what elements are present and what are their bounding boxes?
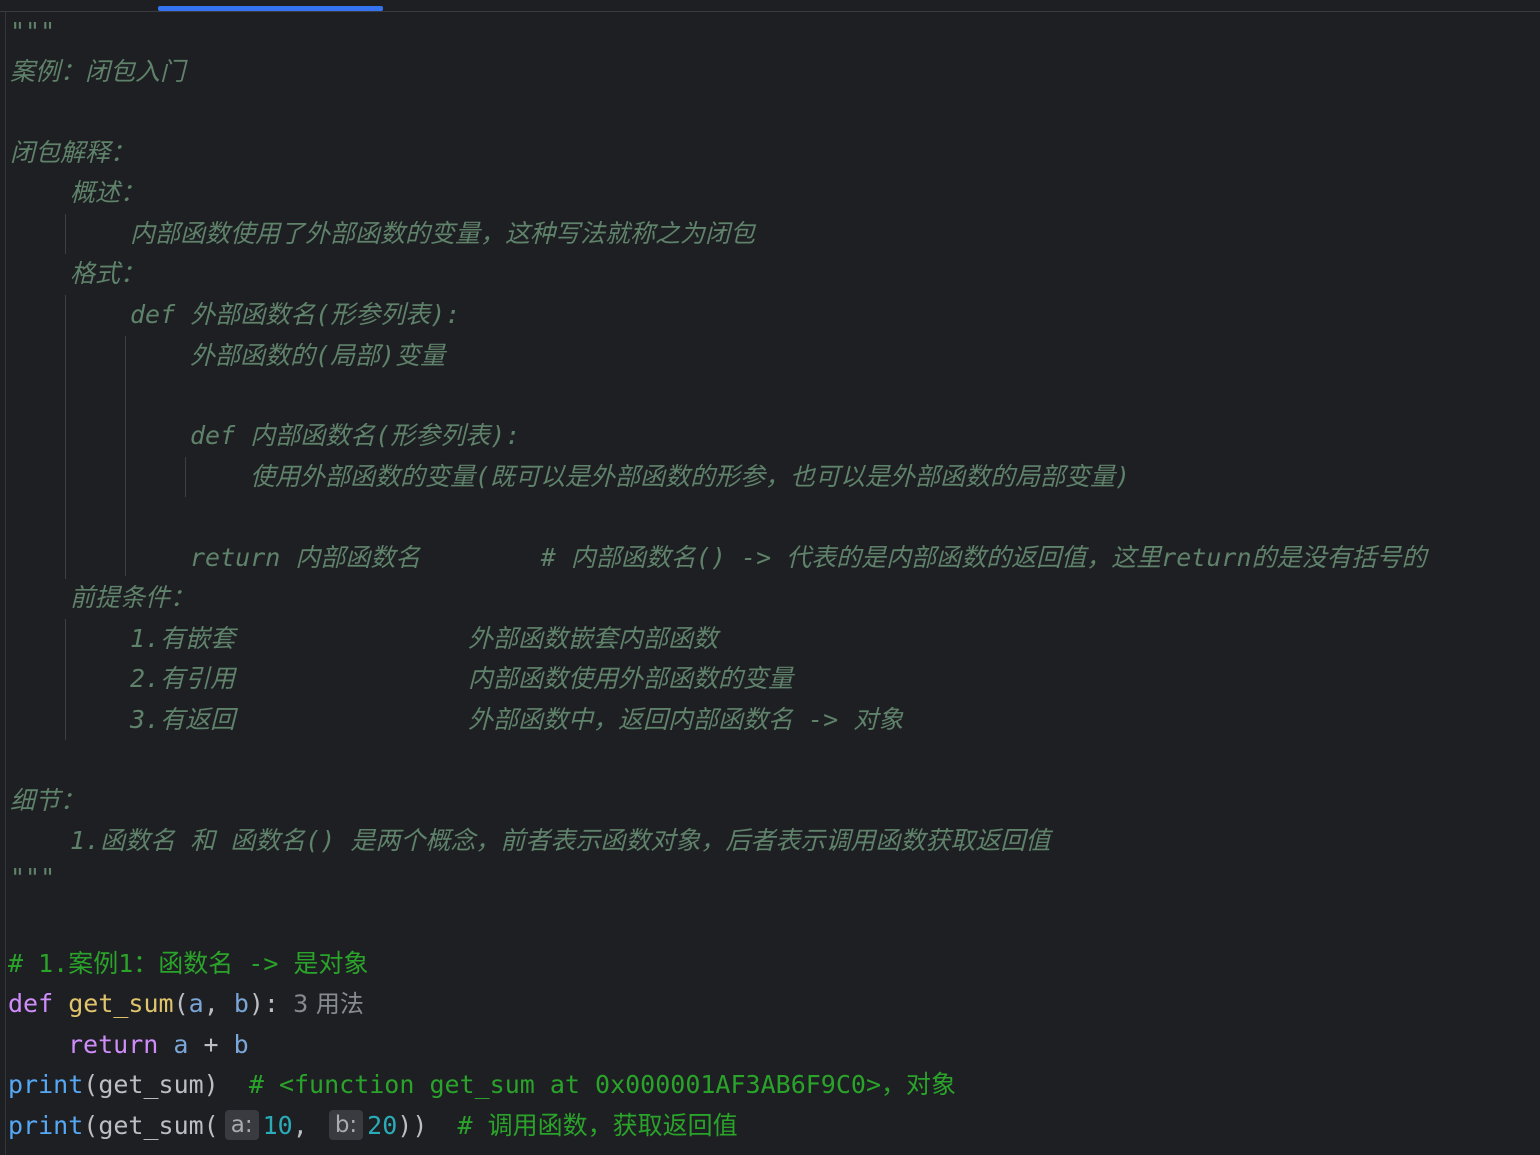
print-function: print (8, 1111, 84, 1140)
def-close: ): (248, 989, 279, 1018)
docstring-title: 案例：闭包入门 (10, 57, 186, 86)
editor-tab-strip (0, 0, 1540, 12)
docstring-format-def-inner: def 内部函数名(形参列表): (190, 421, 521, 450)
print-line-2: print(get_sum(a: 10, b: 20)) # 调用函数，获取返回值 (8, 1106, 738, 1146)
prereq-item-label: 2.有引用 (130, 664, 236, 693)
active-tab-indicator[interactable] (158, 6, 383, 11)
print-comment: # 调用函数，获取返回值 (457, 1111, 738, 1140)
docstring-details-item: 1.函数名 和 函数名() 是两个概念，前者表示函数对象，后者表示调用函数获取返… (70, 826, 1051, 855)
print-call-open: (get_sum( (83, 1111, 219, 1140)
return-op: + (188, 1030, 234, 1059)
function-name[interactable]: get_sum (68, 989, 173, 1018)
docstring-prereq-heading: 前提条件： (70, 583, 196, 612)
print-comment: # <function get_sum at 0x000001AF3AB6F9C… (248, 1070, 956, 1099)
comma: , (203, 989, 234, 1018)
prereq-item-desc: 外部函数嵌套内部函数 (468, 624, 719, 653)
prereq-item-desc: 内部函数使用外部函数的变量 (468, 664, 794, 693)
def-keyword: def (8, 989, 54, 1018)
docstring-close-quotes: """ (10, 863, 56, 892)
print-args: (get_sum) (83, 1070, 219, 1099)
prereq-item-label: 3.有返回 (130, 705, 236, 734)
docstring-format-inner-body: 使用外部函数的变量(既可以是外部函数的形参，也可以是外部函数的局部变量) (250, 462, 1131, 491)
param-b: b (233, 989, 249, 1018)
docstring-format-heading: 格式： (70, 259, 146, 288)
indent-guide (185, 457, 186, 497)
gutter-edge (5, 12, 6, 1155)
docstring-overview-text: 内部函数使用了外部函数的变量，这种写法就称之为闭包 (130, 219, 756, 248)
print-call-close: )) (397, 1111, 428, 1140)
docstring-format-def-outer: def 外部函数名(形参列表): (130, 300, 461, 329)
docstring-overview-heading: 概述： (70, 178, 146, 207)
docstring-format-outer-var: 外部函数的(局部)变量 (190, 341, 446, 370)
def-line: def get_sum(a, b): 3 用法 (8, 984, 364, 1024)
param-a: a (188, 989, 204, 1018)
param-hint-b: b: (328, 1110, 364, 1140)
docstring-open-quotes: """ (10, 17, 56, 46)
arg-value-a: 10 (262, 1111, 293, 1140)
docstring-format-return: return 内部函数名 # 内部函数名() -> 代表的是内部函数的返回值，这… (190, 543, 1427, 572)
comment-case: # 1.案例1：函数名 -> 是对象 (8, 949, 369, 978)
indent-guide (125, 336, 126, 576)
arg-value-b: 20 (367, 1111, 398, 1140)
docstring-explain-heading: 闭包解释： (10, 138, 136, 167)
return-b: b (233, 1030, 249, 1059)
param-hint-a: a: (224, 1110, 259, 1140)
indent-guide (65, 619, 66, 740)
indent-guide (65, 214, 66, 254)
docstring-details-heading: 细节： (10, 786, 86, 815)
print-line-1: print(get_sum) # <function get_sum at 0x… (8, 1065, 956, 1105)
paren-open: ( (173, 989, 189, 1018)
code-editor[interactable]: """ 案例：闭包入门 闭包解释： 概述： 内部函数使用了外部函数的变量，这种写… (0, 0, 1540, 1155)
indent-guide (65, 295, 66, 579)
usages-hint-link[interactable]: 3 用法 (293, 990, 364, 1018)
return-a: a (173, 1030, 189, 1059)
return-keyword: return (68, 1030, 159, 1059)
prereq-item-desc: 外部函数中，返回内部函数名 -> 对象 (468, 705, 904, 734)
return-line: return a + b (68, 1025, 249, 1065)
arg-comma: , (292, 1111, 308, 1140)
prereq-item-label: 1.有嵌套 (130, 624, 236, 653)
print-function: print (8, 1070, 84, 1099)
